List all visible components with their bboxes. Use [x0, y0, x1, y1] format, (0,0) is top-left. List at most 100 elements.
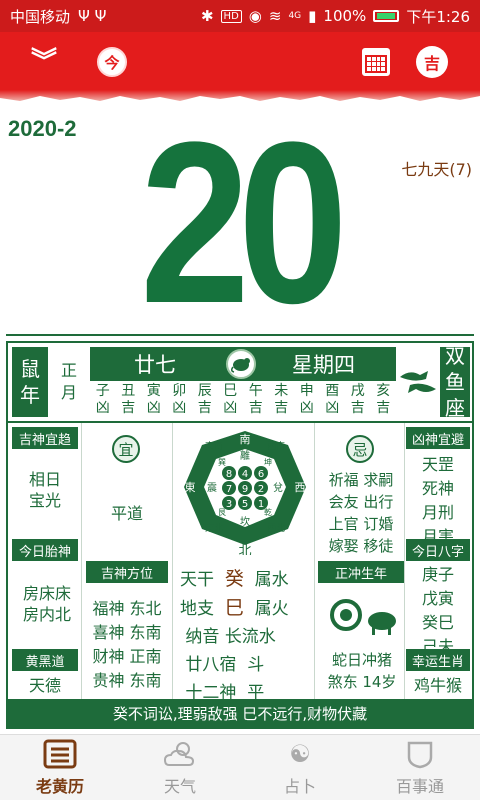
ji-search-icon: 吉 — [416, 46, 448, 78]
bagua-west: 西 — [295, 481, 306, 494]
hour-cell: 卯凶 — [172, 383, 187, 416]
hour-cell: 酉凶 — [325, 383, 340, 416]
year-zodiac-label: 鼠 年 — [12, 347, 48, 417]
taishen-title: 今日胎神 — [12, 539, 78, 561]
hour-cell: 寅凶 — [146, 383, 161, 416]
bagua-east: 東 — [185, 481, 196, 494]
bazi-list: 庚子 戊寅 癸巳 己未 — [421, 565, 454, 656]
weather-icon — [163, 739, 197, 769]
hour-cell: 午吉 — [248, 383, 263, 416]
svg-text:震: 震 — [207, 482, 217, 494]
top-toolbar: ︾ 今 吉 — [0, 32, 480, 90]
auspicious-search-button[interactable]: 吉 — [412, 42, 452, 82]
usb-icon: Ψ Ψ — [78, 7, 107, 25]
svg-text:西北: 西北 — [267, 523, 285, 534]
snake-pig-icon — [326, 593, 400, 639]
directions-list: 福神 东北 喜神 东南 财神 正南 贵神 东南 — [92, 599, 162, 690]
signal-icon: ▮ — [308, 7, 317, 25]
svg-text:坎: 坎 — [240, 515, 250, 528]
battery-icon — [373, 10, 400, 22]
wifi-icon: ≋ — [268, 7, 282, 25]
taishen-text: 房床床 房内北 — [22, 584, 71, 624]
bagua-number: 9 — [242, 484, 248, 495]
svg-text:東南: 東南 — [205, 440, 223, 452]
hour-cell: 子凶 — [95, 383, 110, 416]
jiujiu-label: 七九天(7) — [401, 160, 472, 179]
directions-title: 吉神方位 — [86, 561, 168, 583]
hour-cell: 未吉 — [274, 383, 289, 416]
rat-zodiac-icon — [226, 349, 256, 379]
chong-text: 蛇日冲猪 煞东 14岁 — [327, 651, 397, 691]
collapse-button[interactable]: ︾ — [24, 42, 64, 82]
daily-proverb: 癸不词讼,理弱敌强 巳不远行,财物伏藏 — [8, 699, 472, 727]
huangdao-text: 天德 — [28, 676, 61, 695]
big-day-number[interactable]: 20 — [140, 108, 348, 338]
battery-percent: 100% — [323, 7, 367, 25]
svg-text:西南: 西南 — [267, 440, 285, 452]
almanac-icon — [43, 739, 77, 769]
pisces-icon — [397, 349, 439, 415]
yin-yang-icon: ☯ — [289, 739, 311, 768]
nav-baishitong[interactable]: 百事通 — [360, 735, 480, 800]
yi-text: 平道 — [110, 504, 143, 523]
jishen-title: 吉神宜趋 — [12, 427, 78, 449]
jishen-text: 相日 宝光 — [28, 470, 61, 510]
divider — [6, 334, 474, 336]
clock: 下午1:26 — [406, 7, 470, 26]
nav-almanac[interactable]: 老黄历 — [0, 735, 120, 800]
constellation-label[interactable]: 双 鱼 座 — [440, 344, 470, 420]
hour-cell: 戌吉 — [350, 383, 365, 416]
lucky-text: 鸡牛猴 — [413, 676, 462, 695]
shield-icon — [403, 739, 437, 769]
bagua-number: 8 — [226, 469, 232, 480]
hour-cell: 申凶 — [299, 383, 314, 416]
bagua-number: 6 — [258, 469, 264, 480]
nav-divination[interactable]: ☯ 占卜 — [240, 735, 360, 800]
svg-text:兌: 兌 — [273, 482, 283, 494]
svg-text:東北: 東北 — [205, 522, 223, 534]
hd-icon: HD — [220, 9, 242, 23]
svg-text:艮: 艮 — [218, 508, 226, 517]
bagua-compass[interactable]: 南 北 東 西 離 坎 震 兌 東南 西南 東北 西北 巽 坤 艮 乾 8467… — [176, 427, 314, 559]
svg-text:離: 離 — [240, 449, 250, 462]
bagua-south: 南 — [240, 433, 251, 446]
lucky-title: 幸运生肖 — [406, 649, 470, 671]
weekday: 星期四 — [292, 353, 355, 377]
hour-cell: 巳凶 — [223, 383, 238, 416]
carrier-label: 中国移动 — [10, 7, 71, 26]
yi-badge: 宜 — [112, 435, 140, 463]
svg-text:巽: 巽 — [218, 458, 226, 467]
hour-cell: 辰吉 — [197, 383, 212, 416]
bazi-title: 今日八字 — [406, 539, 470, 561]
bagua-number: 1 — [258, 499, 264, 510]
hour-luck-table: 子凶丑吉寅凶卯凶辰吉巳凶午吉未吉申凶酉凶戌吉亥吉 — [90, 383, 396, 421]
xiongshen-list: 天罡 死神 月刑 月害 — [421, 455, 454, 546]
nav-weather[interactable]: 天气 — [120, 735, 240, 800]
bagua-number: 5 — [242, 499, 248, 510]
double-chevron-down-icon: ︾ — [30, 47, 57, 77]
network-type: 4G — [288, 11, 302, 21]
bottom-nav: 老黄历 天气 ☯ 占卜 百事通 — [0, 734, 480, 800]
bagua-number: 4 — [242, 469, 248, 480]
almanac-grid: 鼠 年 正 月 廿七 星期四 子凶丑吉寅凶卯凶辰吉巳凶午吉未吉申凶酉凶戌吉亥吉 … — [6, 341, 474, 729]
xiongshen-title: 凶神宜避 — [406, 427, 470, 449]
lunar-date-bar: 廿七 星期四 — [90, 347, 396, 381]
bagua-north: 北 — [238, 544, 251, 555]
ji-list: 祈福 求嗣 会友 出行 上官 订婚 嫁娶 移徒 — [328, 471, 394, 555]
hour-cell: 亥吉 — [376, 383, 391, 416]
calendar-icon — [362, 48, 390, 76]
stem-branch-info: 天干 癸 属水 地支 巳 属火 纳音 长流水 廿八宿 斗 十二神 平 — [180, 568, 289, 703]
ji-badge: 忌 — [346, 435, 374, 463]
huangdao-title: 黄黑道 — [12, 649, 78, 671]
svg-text:坤: 坤 — [264, 457, 272, 467]
year-month: 2020-2 — [8, 116, 77, 141]
bagua-number: 3 — [226, 499, 232, 510]
eye-icon: ◉ — [248, 7, 262, 25]
bagua-number: 2 — [258, 484, 264, 495]
hour-cell: 丑吉 — [121, 383, 136, 416]
bluetooth-icon: ✱ — [200, 7, 214, 25]
today-button[interactable]: 今 — [92, 42, 132, 82]
status-bar: 中国移动 Ψ Ψ ✱ HD ◉ ≋ 4G ▮ 100% 下午1:26 — [0, 0, 480, 32]
calendar-button[interactable] — [356, 42, 396, 82]
lunar-month-label: 正 月 — [60, 361, 77, 402]
